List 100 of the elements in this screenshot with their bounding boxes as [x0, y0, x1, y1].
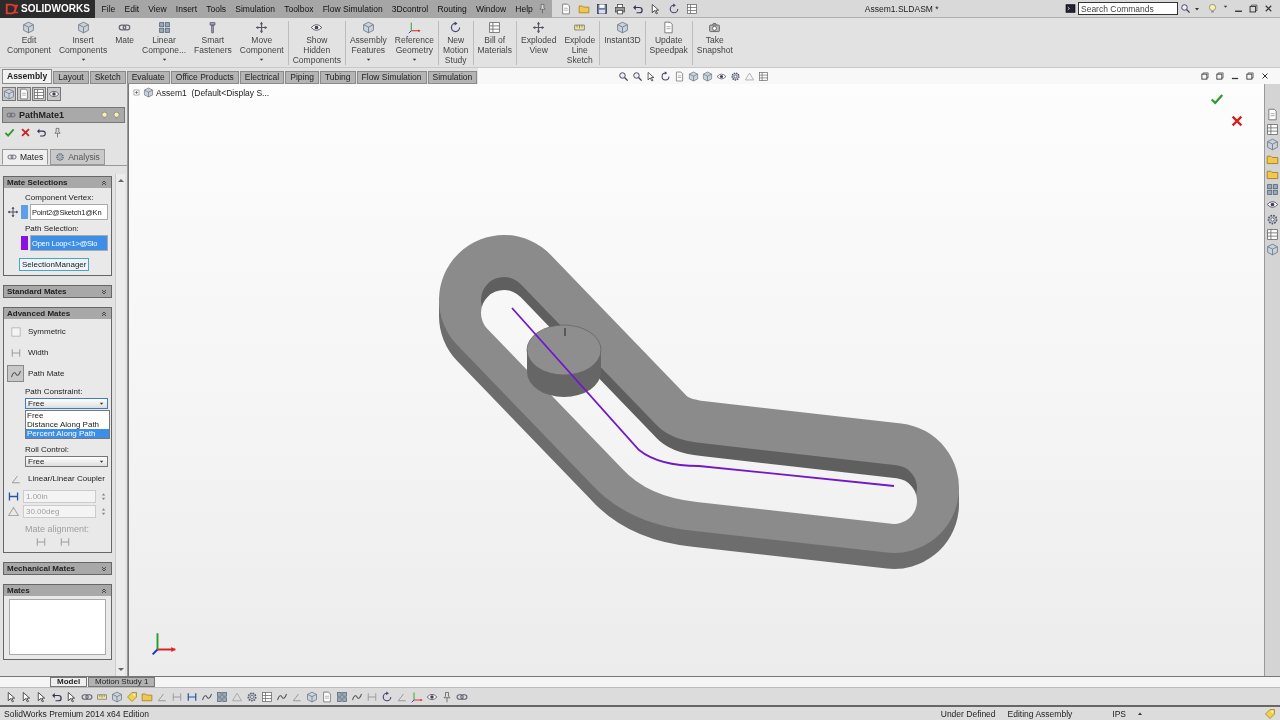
- command-button[interactable]: Insert Components: [54, 21, 112, 65]
- grid-icon[interactable]: [216, 690, 228, 703]
- distance-icon[interactable]: [186, 690, 198, 703]
- undo-icon[interactable]: [51, 690, 63, 703]
- spinner-icon[interactable]: [99, 507, 108, 516]
- bulb-icon[interactable]: [1207, 3, 1218, 14]
- menu-item[interactable]: Insert: [171, 3, 202, 14]
- search-field[interactable]: Search Commands: [1078, 2, 1178, 15]
- command-button[interactable]: Reference Geometry: [390, 21, 439, 65]
- search-icon[interactable]: [1180, 3, 1191, 14]
- gear-icon[interactable]: [730, 70, 742, 82]
- tab[interactable]: Simulation: [427, 71, 478, 84]
- cursor-icon[interactable]: [21, 690, 33, 703]
- check-icon[interactable]: [1210, 92, 1224, 106]
- command-button[interactable]: Smart Fasteners: [190, 21, 236, 65]
- group-header[interactable]: Mechanical Mates: [4, 563, 111, 574]
- tab[interactable]: Mates: [2, 149, 49, 165]
- mate-option[interactable]: Path Mate: [7, 364, 108, 383]
- cursor-icon[interactable]: [66, 690, 78, 703]
- command-button[interactable]: Exploded View: [517, 21, 561, 65]
- x-icon[interactable]: [1263, 3, 1274, 14]
- command-button[interactable]: Take Snapshot: [692, 21, 737, 65]
- tag-icon[interactable]: [126, 690, 138, 703]
- menu-item[interactable]: Simulation: [230, 3, 280, 14]
- eye-icon[interactable]: [1266, 198, 1279, 211]
- command-button[interactable]: Edit Component: [3, 21, 55, 65]
- scrollbar[interactable]: [115, 174, 125, 676]
- cube-icon[interactable]: [2, 87, 16, 101]
- mates-list-box[interactable]: [9, 599, 106, 655]
- cursor-icon[interactable]: [36, 690, 48, 703]
- dropdown[interactable]: Free: [25, 398, 108, 409]
- command-button[interactable]: Move Component: [235, 21, 289, 65]
- cube-icon[interactable]: [111, 690, 123, 703]
- command-button[interactable]: Show Hidden Components: [288, 21, 346, 65]
- group-header[interactable]: Mate Selections: [4, 177, 111, 188]
- cube-icon[interactable]: [306, 690, 318, 703]
- undo-icon[interactable]: [36, 127, 47, 138]
- menu-item[interactable]: File: [97, 3, 120, 14]
- bulb-icon[interactable]: [100, 110, 109, 120]
- tab[interactable]: Assembly: [2, 69, 53, 84]
- check-icon[interactable]: [4, 127, 15, 138]
- table-icon[interactable]: [686, 2, 699, 15]
- selection-manager-button[interactable]: SelectionManager: [19, 258, 90, 271]
- menu-item[interactable]: Routing: [432, 3, 472, 14]
- dropdown[interactable]: Free: [25, 456, 108, 467]
- tree-item[interactable]: Assem1 (Default<Display S...: [156, 87, 270, 98]
- restore-icon[interactable]: [1200, 71, 1210, 81]
- menu-item[interactable]: Edit: [119, 3, 144, 14]
- cube-icon[interactable]: [1266, 138, 1279, 151]
- rotate-icon[interactable]: [381, 690, 393, 703]
- tab[interactable]: Model: [50, 677, 88, 687]
- dropdown-option[interactable]: Free: [26, 411, 109, 420]
- tab[interactable]: Analysis: [50, 149, 105, 165]
- menu-item[interactable]: Tools: [201, 3, 231, 14]
- cube-icon[interactable]: [688, 70, 700, 82]
- menu-item[interactable]: Help: [510, 3, 538, 14]
- group-header[interactable]: Mates: [4, 585, 111, 596]
- search-icon[interactable]: [632, 70, 644, 82]
- command-button[interactable]: Explode Line Sketch: [560, 21, 601, 65]
- restore-icon[interactable]: [1245, 71, 1255, 81]
- eye-icon[interactable]: [716, 70, 728, 82]
- bulb-icon[interactable]: [112, 110, 121, 120]
- tab[interactable]: Office Products: [170, 71, 239, 84]
- command-button[interactable]: Mate: [111, 21, 139, 65]
- save-icon[interactable]: [596, 2, 609, 15]
- tab[interactable]: Evaluate: [126, 71, 170, 84]
- document-icon[interactable]: [560, 2, 573, 15]
- pin-icon[interactable]: [537, 3, 549, 14]
- restore-icon[interactable]: [1215, 71, 1225, 81]
- tab[interactable]: Electrical: [239, 71, 285, 84]
- menu-item[interactable]: Flow Simulation: [318, 3, 388, 14]
- expand-icon[interactable]: [132, 88, 141, 97]
- group-header[interactable]: Standard Mates: [4, 286, 111, 297]
- tag-icon[interactable]: [1264, 707, 1276, 720]
- search-icon[interactable]: [618, 70, 630, 82]
- table-icon[interactable]: [32, 87, 46, 101]
- tab[interactable]: Flow Simulation: [356, 71, 427, 84]
- folder-icon[interactable]: [1266, 153, 1279, 166]
- printer-icon[interactable]: [614, 2, 627, 15]
- command-button[interactable]: New Motion Study: [439, 21, 474, 65]
- command-button[interactable]: Bill of Materials: [473, 21, 517, 65]
- tab[interactable]: Piping: [285, 71, 319, 84]
- folder-icon[interactable]: [141, 690, 153, 703]
- dropdown-option[interactable]: Distance Along Path: [26, 420, 109, 429]
- command-button[interactable]: Assembly Features: [345, 21, 391, 65]
- undo-icon[interactable]: [632, 2, 645, 15]
- close-icon[interactable]: [20, 127, 31, 138]
- spinner-icon[interactable]: [99, 492, 108, 501]
- menu-item[interactable]: 3Dcontrol: [387, 3, 433, 14]
- table-icon[interactable]: [261, 690, 273, 703]
- tab[interactable]: Tubing: [319, 71, 356, 84]
- gear-icon[interactable]: [1266, 213, 1279, 226]
- menu-item[interactable]: View: [143, 3, 172, 14]
- table-icon[interactable]: [1266, 228, 1279, 241]
- table-icon[interactable]: [1266, 123, 1279, 136]
- command-button[interactable]: Instant3D: [600, 21, 646, 65]
- document-icon[interactable]: [1266, 108, 1279, 121]
- command-button[interactable]: Update Speedpak: [645, 21, 693, 65]
- rotate-icon[interactable]: [668, 2, 681, 15]
- pin-icon[interactable]: [52, 127, 63, 138]
